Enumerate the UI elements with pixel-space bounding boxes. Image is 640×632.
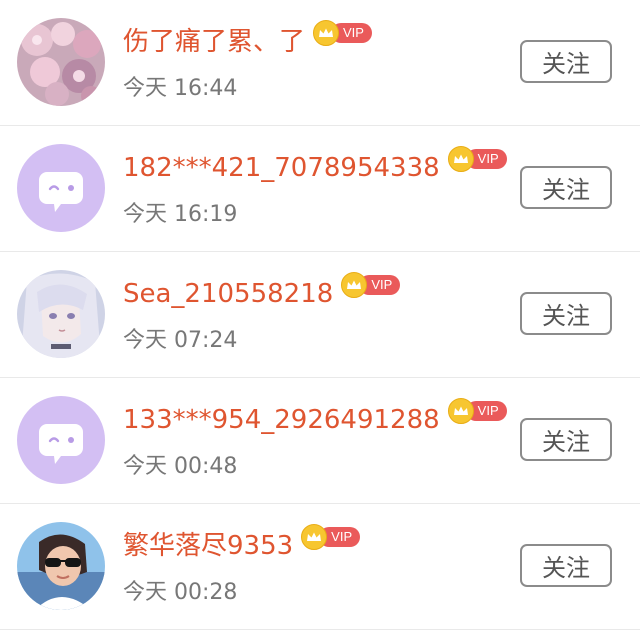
follow-button[interactable]: 关注 — [520, 292, 612, 335]
timestamp: 今天 16:44 — [123, 76, 238, 101]
avatar[interactable] — [17, 270, 105, 358]
follow-button[interactable]: 关注 — [520, 166, 612, 209]
list-item[interactable]: Sea_210558218 VIP 今天 07:24 关注 — [0, 252, 640, 378]
user-name-text[interactable]: 繁华落尽9353 — [123, 528, 293, 564]
timestamp: 今天 07:24 — [123, 328, 238, 353]
follow-button[interactable]: 关注 — [520, 418, 612, 461]
user-name[interactable]: Sea_210558218 VIP — [123, 272, 401, 312]
avatar[interactable] — [17, 144, 105, 232]
avatar[interactable] — [17, 18, 105, 106]
crown-icon — [341, 272, 368, 298]
user-name-text[interactable]: Sea_210558218 — [123, 276, 333, 312]
crown-icon — [301, 524, 328, 550]
user-name[interactable]: 繁华落尽9353 VIP — [123, 524, 361, 564]
list-item[interactable]: 繁华落尽9353 VIP 今天 00:28 关注 — [0, 504, 640, 630]
follower-list: 伤了痛了累、了 VIP 今天 16:44 关注 182***421_707895… — [0, 0, 640, 632]
timestamp: 今天 16:19 — [123, 202, 238, 227]
user-name-text[interactable]: 133***954_2926491288 — [123, 402, 440, 438]
follow-button[interactable]: 关注 — [520, 40, 612, 83]
crown-icon — [447, 146, 474, 172]
follow-button[interactable]: 关注 — [520, 544, 612, 587]
avatar[interactable] — [17, 396, 105, 484]
vip-badge: VIP — [341, 272, 401, 298]
vip-badge: VIP — [301, 524, 361, 550]
user-name-text[interactable]: 伤了痛了累、了 — [123, 24, 305, 60]
vip-badge: VIP — [447, 398, 507, 424]
list-item[interactable]: 133***954_2926491288 VIP 今天 00:48 关注 — [0, 378, 640, 504]
list-item[interactable]: 伤了痛了累、了 VIP 今天 16:44 关注 — [0, 0, 640, 126]
vip-badge: VIP — [447, 146, 507, 172]
crown-icon — [313, 20, 340, 46]
crown-icon — [447, 398, 474, 424]
user-name[interactable]: 182***421_7078954338 VIP — [123, 146, 507, 186]
timestamp: 今天 00:48 — [123, 454, 238, 479]
timestamp: 今天 00:28 — [123, 580, 238, 605]
vip-badge: VIP — [313, 20, 372, 46]
user-name-text[interactable]: 182***421_7078954338 — [123, 150, 440, 186]
list-item[interactable]: 182***421_7078954338 VIP 今天 16:19 关注 — [0, 126, 640, 252]
user-name[interactable]: 伤了痛了累、了 VIP — [123, 20, 372, 60]
user-name[interactable]: 133***954_2926491288 VIP — [123, 398, 507, 438]
avatar[interactable] — [17, 522, 105, 610]
